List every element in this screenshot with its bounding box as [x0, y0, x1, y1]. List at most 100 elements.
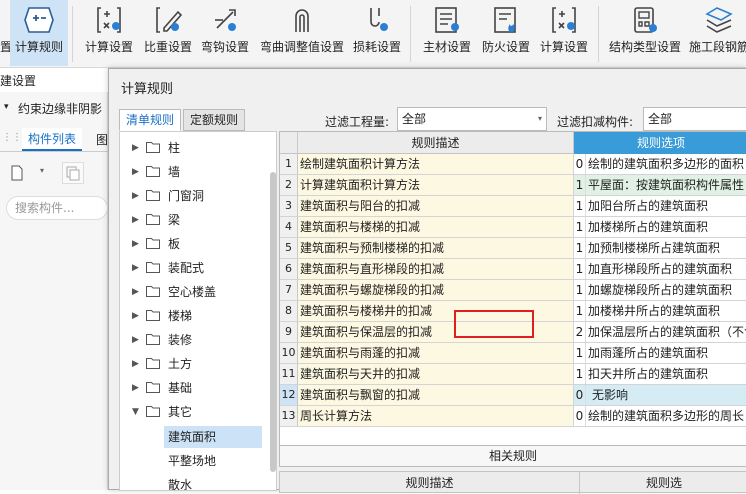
tree-item-column[interactable]: ▶ 柱	[120, 136, 270, 160]
structure-type-icon	[634, 7, 657, 33]
structure-type-button[interactable]: 结构类型设置	[604, 0, 686, 66]
folder-icon	[146, 238, 160, 249]
chevron-down-icon: ▼	[132, 407, 139, 417]
gravity-settings-button[interactable]: 比重设置	[140, 0, 196, 66]
chevron-down-icon: ▾	[4, 102, 9, 112]
col-rule-desc: 规则描述	[298, 132, 574, 154]
folder-icon	[146, 262, 160, 273]
component-type-dropdown[interactable]: ▾ 约束边缘非阴影	[0, 100, 108, 120]
ribbon-toolbar: 置 计算规则 计算设置 比重设置 弯钩设置 弯曲调整值设置 损耗设置 主材设置 …	[0, 0, 746, 68]
tree-item-hollow-floor[interactable]: ▶ 空心楼盖	[120, 280, 270, 304]
calc-rules-dialog: 计算规则 清单规则 定额规则 过滤工程量: 全部 ▾ 过滤扣减构件: 全部 ▶ 柱…	[108, 68, 746, 494]
calc-settings-button-2[interactable]: 计算设置	[536, 0, 592, 66]
table-row[interactable]: 3 建筑面积与阳台的扣减 1 加阳台所占的建筑面积	[280, 196, 746, 217]
table-row[interactable]: 4 建筑面积与楼梯的扣减 1 加楼梯所占的建筑面积	[280, 217, 746, 238]
tab-drawing[interactable]: 图	[96, 131, 108, 148]
calc-settings-icon	[97, 7, 121, 33]
col-rule-option: 规则选项	[574, 132, 746, 154]
tree-item-foundation[interactable]: ▶ 基础	[120, 376, 270, 400]
chevron-right-icon: ▶	[132, 191, 139, 201]
table-row[interactable]: 7 建筑面积与螺旋梯段的扣减 1 加螺旋梯段所占的建筑面积	[280, 280, 746, 301]
tree-item-openings[interactable]: ▶ 门窗洞	[120, 184, 270, 208]
dialog-title: 计算规则	[121, 82, 174, 97]
new-file-icon	[11, 165, 23, 181]
chevron-right-icon: ▶	[132, 263, 139, 273]
chevron-right-icon: ▶	[132, 215, 139, 225]
filter-quantity-label: 过滤工程量:	[325, 115, 390, 129]
table-row[interactable]: 11 建筑面积与天井的扣减 1 扣天井所占的建筑面积	[280, 364, 746, 385]
tree-leaf-building-area[interactable]: 建筑面积	[164, 426, 262, 448]
bend-adjust-icon	[295, 9, 309, 32]
chevron-right-icon: ▶	[132, 311, 139, 321]
col-related-option: 规则选	[645, 476, 682, 490]
folder-icon	[146, 406, 160, 417]
main-material-icon	[435, 7, 459, 33]
tree-leaf-apron[interactable]: 散水	[164, 474, 196, 490]
folder-icon	[146, 286, 160, 297]
tree-scrollbar[interactable]	[270, 172, 276, 472]
component-search-input[interactable]: 搜索构件...	[6, 196, 108, 220]
tab-bill-rules[interactable]: 清单规则	[119, 109, 182, 131]
table-row[interactable]: 1 绘制建筑面积计算方法 0 绘制的建筑面积多边形的面积	[280, 154, 746, 175]
filter-quantity-select[interactable]: 全部 ▾	[397, 107, 547, 131]
tree-item-decoration[interactable]: ▶ 装修	[120, 328, 270, 352]
grip-icon: ⋮⋮	[2, 132, 22, 143]
tab-quota-rules[interactable]: 定额规则	[183, 109, 246, 131]
grid-header: 规则描述 规则选项	[280, 132, 746, 154]
table-row[interactable]: 5 建筑面积与预制楼梯的扣减 1 加预制楼梯所占建筑面积	[280, 238, 746, 259]
rules-grid: 规则描述 规则选项 1 绘制建筑面积计算方法 0 绘制的建筑面积多边形的面积 2 计算建…	[279, 131, 746, 453]
hook-settings-button[interactable]: 弯钩设置	[196, 0, 254, 66]
folder-icon	[146, 166, 160, 177]
hook-settings-icon	[215, 9, 236, 31]
folder-icon	[146, 358, 160, 369]
filter-deduct-select[interactable]: 全部	[643, 107, 746, 131]
calc-rules-button[interactable]: 计算规则	[10, 0, 68, 66]
new-component-button[interactable]: ▾	[8, 164, 44, 184]
fire-settings-icon	[494, 7, 516, 33]
chevron-right-icon: ▶	[132, 239, 139, 249]
construction-rebar-icon	[705, 7, 733, 33]
col-related-desc: 规则描述	[280, 472, 580, 494]
tree-item-prefab[interactable]: ▶ 装配式	[120, 256, 270, 280]
folder-icon	[146, 382, 160, 393]
chevron-right-icon: ▶	[132, 167, 139, 177]
plus-minus-icon	[24, 7, 54, 33]
component-tree: ▶ 柱 ▶ 墙 ▶ 门窗洞 ▶ 梁 ▶ 板 ▶ 装配式 ▶ 空心楼盖 ▶ 楼梯 ▶ 装修 ▶ 土方 …	[119, 131, 277, 491]
tree-item-other[interactable]: ▼ 其它	[120, 400, 270, 424]
folder-icon	[146, 310, 160, 321]
chevron-down-icon: ▾	[537, 114, 542, 123]
construction-rebar-button[interactable]: 施工段钢筋	[688, 0, 746, 66]
tree-item-earthwork[interactable]: ▶ 土方	[120, 352, 270, 376]
ribbon-group-label: 建设置	[0, 74, 37, 88]
table-row[interactable]: 10 建筑面积与雨蓬的扣减 1 加雨蓬所占的建筑面积	[280, 343, 746, 364]
loss-settings-icon	[370, 8, 388, 31]
folder-icon	[146, 334, 160, 345]
fire-settings-button[interactable]: 防火设置	[478, 0, 534, 66]
bend-adjust-button[interactable]: 弯曲调整值设置	[256, 0, 348, 66]
filter-deduct-label: 过滤扣减构件:	[557, 115, 634, 129]
table-row[interactable]: 13 周长计算方法 0 绘制的建筑面积多边形的周长	[280, 406, 746, 427]
copy-button[interactable]	[62, 162, 84, 184]
copy-icon	[66, 166, 80, 181]
chevron-right-icon: ▶	[132, 287, 139, 297]
main-material-button[interactable]: 主材设置	[418, 0, 476, 66]
tree-leaf-site-leveling[interactable]: 平整场地	[164, 450, 220, 472]
loss-settings-button[interactable]: 损耗设置	[350, 0, 404, 66]
chevron-down-icon: ▾	[40, 166, 45, 175]
table-row-selected[interactable]: 12 建筑面积与飘窗的扣减 0 无影响	[280, 385, 746, 406]
folder-icon	[146, 214, 160, 225]
pencil-settings-icon	[156, 7, 183, 33]
tree-item-wall[interactable]: ▶ 墙	[120, 160, 270, 184]
calc-settings-button[interactable]: 计算设置	[80, 0, 138, 66]
tree-item-slab[interactable]: ▶ 板	[120, 232, 270, 256]
tree-item-beam[interactable]: ▶ 梁	[120, 208, 270, 232]
chevron-right-icon: ▶	[132, 383, 139, 393]
left-tabs: ⋮⋮ 构件列表 图	[0, 128, 108, 152]
chevron-right-icon: ▶	[132, 143, 139, 153]
tab-component-list[interactable]: 构件列表	[22, 128, 83, 151]
table-row[interactable]: 2 计算建筑面积计算方法 1 平屋面：按建筑面积构件属性	[280, 175, 746, 196]
chevron-right-icon: ▶	[132, 335, 139, 345]
table-row[interactable]: 6 建筑面积与直形梯段的扣减 1 加直形梯段所占的建筑面积	[280, 259, 746, 280]
related-rules-bar[interactable]: 相关规则	[279, 445, 746, 467]
tree-item-stairs[interactable]: ▶ 楼梯	[120, 304, 270, 328]
